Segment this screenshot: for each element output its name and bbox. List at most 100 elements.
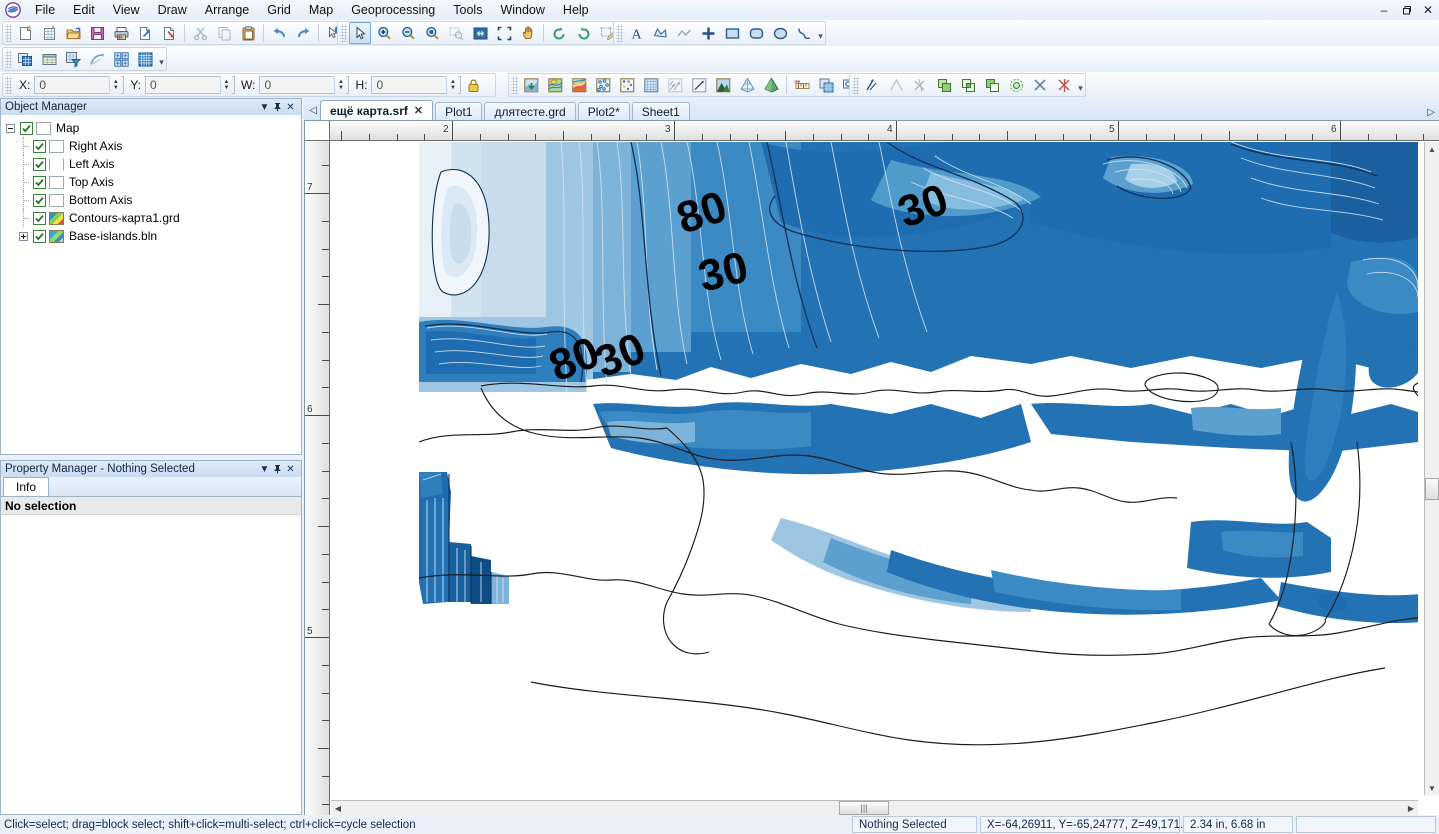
polyline-tool[interactable] (673, 22, 695, 44)
toolbar-overflow-button[interactable]: ▾ (816, 22, 825, 44)
grid-node-editor-button[interactable] (134, 48, 156, 70)
visibility-checkbox[interactable] (20, 122, 33, 135)
lock-aspect-icon[interactable] (462, 74, 484, 96)
toolbar-grip[interactable] (511, 76, 518, 94)
toolbar-overflow-button[interactable]: ▾ (1076, 74, 1085, 96)
select-tool[interactable] (349, 22, 371, 44)
save-button[interactable] (86, 22, 108, 44)
h-field[interactable]: ▲▼ (371, 76, 461, 94)
new-plot-button[interactable] (14, 22, 36, 44)
overlay-maps-button[interactable] (815, 74, 837, 96)
rotate-right-button[interactable] (572, 22, 594, 44)
zoom-rectangle-tool[interactable] (445, 22, 467, 44)
new-base-map-button[interactable] (520, 74, 542, 96)
copy-button[interactable] (213, 22, 235, 44)
new-surface-button[interactable] (760, 74, 782, 96)
document-tab-dlyateste[interactable]: длятесте.grd (484, 102, 575, 120)
map-plot-view[interactable]: 80 30 30 80 30 (331, 142, 1418, 795)
ellipse-tool[interactable] (769, 22, 791, 44)
tab-scroll-right-button[interactable]: ▷ (1427, 107, 1435, 118)
document-tab-karta[interactable]: ещё карта.srf ✕ (320, 100, 433, 120)
tree-item-bottom-axis[interactable]: Bottom Axis (4, 191, 301, 209)
export-button[interactable] (134, 22, 156, 44)
import-button[interactable] (158, 22, 180, 44)
menu-tools[interactable]: Tools (444, 0, 491, 20)
rectangle-tool[interactable] (721, 22, 743, 44)
scale-bar-button[interactable] (791, 74, 813, 96)
open-button[interactable] (62, 22, 84, 44)
y-field[interactable]: ▲▼ (145, 76, 235, 94)
scroll-down-button[interactable]: ▼ (1425, 781, 1439, 795)
tree-item-contours[interactable]: Contours-карта1.grd (4, 209, 301, 227)
visibility-checkbox[interactable] (33, 158, 46, 171)
vertical-scrollbar[interactable]: ▲ ▼ (1424, 142, 1439, 795)
new-wireframe-button[interactable] (736, 74, 758, 96)
polygon-tool[interactable] (649, 22, 671, 44)
tree-item-left-axis[interactable]: Left Axis (4, 155, 301, 173)
new-shaded-relief-button[interactable] (712, 74, 734, 96)
tab-scroll-left-button[interactable]: ◁ (306, 100, 320, 120)
toolbar-grip[interactable] (5, 76, 12, 94)
y-spinner[interactable]: ▲▼ (220, 76, 232, 94)
document-tab-sheet1[interactable]: Sheet1 (632, 102, 690, 120)
combine-button[interactable] (885, 74, 907, 96)
menu-window[interactable]: Window (491, 0, 553, 20)
visibility-checkbox[interactable] (33, 212, 46, 225)
toolbar-grip[interactable] (616, 24, 623, 42)
new-1grid-vector-button[interactable] (688, 74, 710, 96)
horizontal-scroll-thumb[interactable]: ||| (839, 801, 889, 815)
paste-button[interactable] (237, 22, 259, 44)
pin-button[interactable] (271, 100, 284, 114)
menu-help[interactable]: Help (554, 0, 598, 20)
pin-button[interactable] (271, 462, 284, 476)
grid-math-button[interactable] (86, 48, 108, 70)
panel-menu-button[interactable]: ▼ (258, 100, 271, 114)
new-vector-map-button[interactable] (664, 74, 686, 96)
expander-plus-icon[interactable] (17, 227, 30, 245)
full-screen-button[interactable] (493, 22, 515, 44)
new-contour-map-button[interactable] (544, 74, 566, 96)
menu-draw[interactable]: Draw (149, 0, 196, 20)
buffer-button[interactable] (1005, 74, 1027, 96)
menu-grid[interactable]: Grid (258, 0, 300, 20)
close-panel-button[interactable]: ✕ (284, 462, 297, 476)
scroll-right-button[interactable]: ▶ (1404, 801, 1418, 815)
grid-mosaic-button[interactable] (110, 48, 132, 70)
close-button[interactable]: ✕ (1421, 3, 1435, 17)
scroll-up-button[interactable]: ▲ (1425, 142, 1439, 156)
w-field[interactable]: ▲▼ (259, 76, 349, 94)
toolbar-grip[interactable] (5, 50, 12, 68)
xor-button[interactable] (1029, 74, 1051, 96)
toolbar-grip[interactable] (340, 24, 347, 42)
x-spinner[interactable]: ▲▼ (109, 76, 121, 94)
close-tab-icon[interactable]: ✕ (414, 104, 423, 117)
grid-worksheet-button[interactable] (38, 48, 60, 70)
grid-filter-button[interactable] (62, 48, 84, 70)
new-grid-values-button[interactable] (640, 74, 662, 96)
tree-item-right-axis[interactable]: Right Axis (4, 137, 301, 155)
new-image-map-button[interactable] (568, 74, 590, 96)
scroll-left-button[interactable]: ◀ (331, 801, 345, 815)
menu-arrange[interactable]: Arrange (196, 0, 258, 20)
visibility-checkbox[interactable] (33, 140, 46, 153)
horizontal-scrollbar[interactable]: ◀ ▶ ||| (331, 800, 1418, 815)
h-spinner[interactable]: ▲▼ (446, 76, 458, 94)
visibility-checkbox[interactable] (33, 230, 46, 243)
y-input[interactable] (146, 77, 220, 93)
symbol-tool[interactable] (697, 22, 719, 44)
intersect-button[interactable] (957, 74, 979, 96)
toolbar-grip[interactable] (852, 76, 859, 94)
w-input[interactable] (260, 77, 334, 93)
tree-item-map[interactable]: Map (4, 119, 301, 137)
horizontal-ruler[interactable]: 23456 (305, 121, 1439, 141)
new-worksheet-button[interactable] (38, 22, 60, 44)
menu-view[interactable]: View (104, 0, 149, 20)
break-apart-button[interactable] (861, 74, 883, 96)
document-tab-plot2[interactable]: Plot2* (578, 102, 630, 120)
document-tab-plot1[interactable]: Plot1 (435, 102, 482, 120)
cut-button[interactable] (189, 22, 211, 44)
text-tool[interactable]: A (625, 22, 647, 44)
x-field[interactable]: ▲▼ (34, 76, 124, 94)
new-post-map-button[interactable] (592, 74, 614, 96)
zoom-in-tool[interactable] (373, 22, 395, 44)
